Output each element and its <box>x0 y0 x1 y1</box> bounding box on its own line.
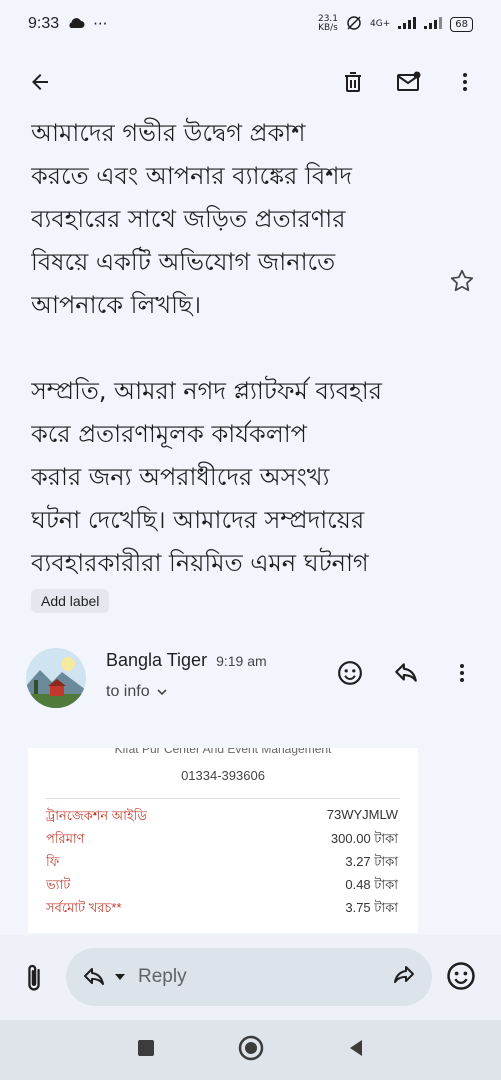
star-icon <box>450 269 474 292</box>
home-icon <box>238 1035 263 1061</box>
receipt-value: 0.48 টাকা <box>345 877 398 892</box>
sender-line: Bangla Tiger 9:19 am <box>106 650 267 671</box>
message-actions <box>333 656 479 690</box>
alarm-off-icon <box>346 15 362 34</box>
receipt-row: ট্রানজেকশন আইডি 73WYJMLW <box>28 807 418 830</box>
receipt-value: 3.27 টাকা <box>345 854 398 869</box>
avatar[interactable] <box>26 648 86 708</box>
reply-placeholder: Reply <box>138 966 187 987</box>
receipt-value: 73WYJMLW <box>326 807 398 822</box>
receipt-label: সর্বমোট খরচ** <box>46 900 122 915</box>
reply-icon <box>84 968 104 985</box>
forward-icon <box>394 966 414 983</box>
body-line: সম্প্রতি, আমরা নগদ প্ল্যাটফর্ম ব্যবহার <box>31 377 382 405</box>
caret-down-icon <box>115 974 125 980</box>
receipt-label: ভ্যাট <box>46 877 71 892</box>
emoji-reaction-button[interactable] <box>446 961 478 993</box>
email-body: আমাদের গভীর উদ্বেগ প্রকাশ করতে এবং আপনার… <box>31 112 431 582</box>
receipt-phone: 01334-393606 <box>181 768 265 783</box>
home-button[interactable] <box>237 1034 265 1066</box>
mark-unread-icon <box>397 71 421 91</box>
body-line: ব্যবহারের সাথে জড়িত প্রতারণার <box>31 205 346 233</box>
recents-button[interactable] <box>135 1037 157 1063</box>
receipt-label: পরিমাণ <box>46 831 85 846</box>
body-line: করার জন্য অপরাধীদের অসংখ্য <box>31 463 330 491</box>
more-options-button[interactable] <box>441 58 489 106</box>
sender-name: Bangla Tiger <box>106 650 208 670</box>
body-line: বিষয়ে একটি অভিযোগ জানাতে <box>31 248 336 276</box>
trash-icon <box>345 72 361 92</box>
receipt-value: 3.75 টাকা <box>345 900 398 915</box>
back-button[interactable] <box>16 58 64 106</box>
star-button[interactable] <box>449 268 475 294</box>
recipient-toggle[interactable]: to info <box>106 683 168 701</box>
net-speed: 23.1 KB/s <box>317 14 339 33</box>
back-triangle-icon <box>349 1040 362 1056</box>
receipt-row: ফি 3.27 টাকা <box>28 853 418 876</box>
receipt-row: ভ্যাট 0.48 টাকা <box>28 876 418 899</box>
back-arrow-icon <box>32 74 48 90</box>
body-line: করে প্রতারণামূলক কার্যকলাপ <box>31 420 307 448</box>
reply-button[interactable] <box>389 656 423 690</box>
chevron-down-icon <box>157 689 167 696</box>
body-line: ঘটনা দেখেছি। আমাদের সম্প্রদায়ের <box>31 506 365 534</box>
mark-unread-button[interactable] <box>385 58 433 106</box>
body-line: আপনাকে লিখছি। <box>31 291 202 319</box>
system-nav-bar <box>0 1020 501 1080</box>
emoji-icon <box>338 661 362 685</box>
receipt-image[interactable]: Kifat Pur Center And Event Management 01… <box>28 748 418 933</box>
receipt-row: পরিমাণ 300.00 টাকা <box>28 830 418 853</box>
reply-icon <box>395 663 417 682</box>
paperclip-icon <box>28 964 40 991</box>
receipt-label: ট্রানজেকশন আইডি <box>46 808 147 823</box>
forward-button[interactable] <box>392 963 416 991</box>
back-nav-button[interactable] <box>345 1037 367 1063</box>
recipient-text: to info <box>106 683 150 700</box>
status-time: 9:33 <box>28 15 60 32</box>
more-vert-icon <box>460 664 464 682</box>
body-line: আমাদের গভীর উদ্বেগ প্রকাশ <box>31 119 306 147</box>
signal-icon-2 <box>424 16 443 32</box>
receipt-company: Kifat Pur Center And Event Management <box>114 748 332 756</box>
recents-icon <box>137 1040 154 1056</box>
attach-button[interactable] <box>20 962 48 994</box>
receipt-value: 300.00 টাকা <box>330 831 398 846</box>
cloud-icon <box>67 15 85 33</box>
message-time: 9:19 am <box>216 653 267 669</box>
signal-icon <box>398 16 417 32</box>
message-more-button[interactable] <box>445 656 479 690</box>
add-label-chip[interactable]: Add label <box>31 589 110 613</box>
delete-button[interactable] <box>329 58 377 106</box>
email-paragraph-2: সম্প্রতি, আমরা নগদ প্ল্যাটফর্ম ব্যবহার ক… <box>31 370 431 582</box>
body-line: করতে এবং আপনার ব্যাঙ্কের বিশদ <box>31 162 353 190</box>
divider <box>46 798 400 799</box>
receipt-label: ফি <box>46 854 60 869</box>
app-bar <box>0 52 501 112</box>
network-type: 4G+ <box>370 19 391 29</box>
more-notifications-indicator: ··· <box>93 15 108 33</box>
emoji-icon <box>447 962 475 990</box>
status-bar: 9:33 ··· 23.1 KB/s 4G+ 68 <box>0 0 501 48</box>
email-paragraph-1: আমাদের গভীর উদ্বেগ প্রকাশ করতে এবং আপনার… <box>31 112 431 327</box>
reply-mode-dropdown[interactable] <box>82 965 126 989</box>
battery-indicator: 68 <box>450 16 473 32</box>
react-button[interactable] <box>333 656 367 690</box>
more-vert-icon <box>463 73 467 91</box>
receipt-row: সর্বমোট খরচ** 3.75 টাকা <box>28 899 418 922</box>
body-line: ব্যবহারকারীরা নিয়মিত এমন ঘটনাগ <box>31 549 369 577</box>
reply-bar[interactable]: Reply <box>66 948 432 1006</box>
